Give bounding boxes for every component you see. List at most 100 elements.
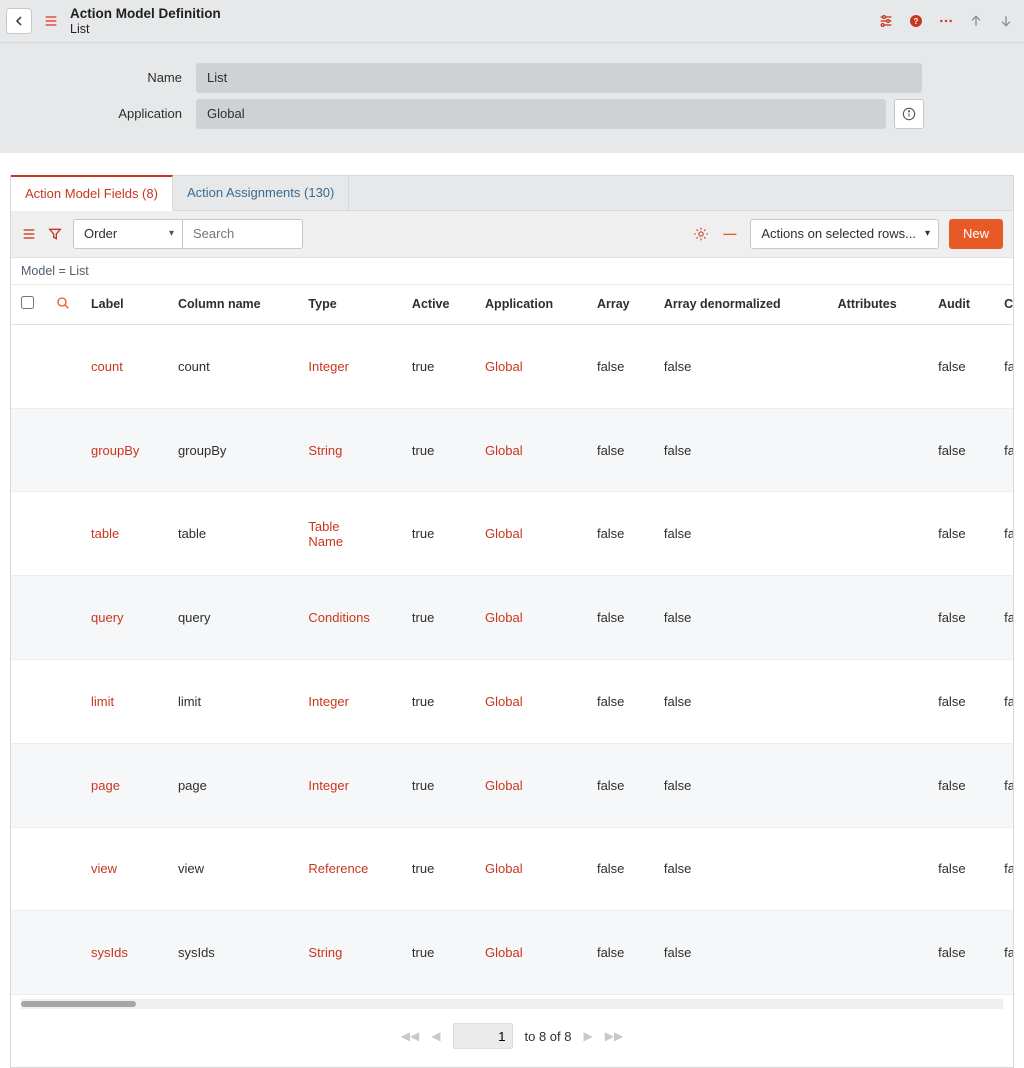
back-button[interactable] bbox=[6, 8, 32, 34]
table-row: sysIdssysIdsStringtrueGlobalfalsefalsefa… bbox=[11, 911, 1013, 995]
cell-array: false bbox=[587, 827, 654, 911]
col-column-name[interactable]: Column name bbox=[168, 285, 298, 325]
cell-type[interactable]: Integer bbox=[308, 778, 348, 793]
cell-label[interactable]: table bbox=[91, 526, 119, 541]
col-active[interactable]: Active bbox=[402, 285, 475, 325]
cell-column: groupBy bbox=[168, 408, 298, 492]
help-icon[interactable]: ? bbox=[908, 13, 924, 29]
info-button[interactable] bbox=[894, 99, 924, 129]
pager-range: to 8 of 8 bbox=[525, 1029, 572, 1044]
cell-audit: false bbox=[928, 743, 994, 827]
cell-column: table bbox=[168, 492, 298, 576]
cell-application[interactable]: Global bbox=[485, 610, 523, 625]
arrow-down-icon[interactable] bbox=[998, 13, 1014, 29]
cell-active: true bbox=[402, 827, 475, 911]
col-audit[interactable]: Audit bbox=[928, 285, 994, 325]
col-type[interactable]: Type bbox=[298, 285, 402, 325]
cell-calculated: false bbox=[994, 911, 1013, 995]
minus-icon[interactable]: — bbox=[719, 226, 740, 241]
svg-text:?: ? bbox=[914, 17, 919, 26]
cell-active: true bbox=[402, 911, 475, 995]
col-application[interactable]: Application bbox=[475, 285, 587, 325]
row-application: Application Global bbox=[20, 99, 1004, 129]
cell-type[interactable]: TableName bbox=[308, 519, 343, 549]
gear-icon[interactable] bbox=[693, 226, 709, 242]
actions-select[interactable]: Actions on selected rows... bbox=[750, 219, 939, 249]
list-icon[interactable] bbox=[42, 13, 60, 29]
col-calculated[interactable]: Calculated bbox=[994, 285, 1013, 325]
cell-label[interactable]: query bbox=[91, 610, 124, 625]
cell-audit: false bbox=[928, 660, 994, 744]
tab-strip: Action Model Fields (8) Action Assignmen… bbox=[11, 176, 1013, 211]
pager-current-input[interactable] bbox=[453, 1023, 513, 1049]
horizontal-scrollbar[interactable] bbox=[21, 999, 1003, 1009]
body-panel: Action Model Fields (8) Action Assignmen… bbox=[0, 153, 1024, 1068]
form-panel: Name List Application Global bbox=[0, 43, 1024, 153]
cell-attributes bbox=[828, 408, 928, 492]
tab-assignments[interactable]: Action Assignments (130) bbox=[173, 176, 349, 211]
cell-type[interactable]: Conditions bbox=[308, 610, 369, 625]
table-row: queryqueryConditionstrueGlobalfalsefalse… bbox=[11, 576, 1013, 660]
cell-calculated: false bbox=[994, 492, 1013, 576]
table-row: groupBygroupByStringtrueGlobalfalsefalse… bbox=[11, 408, 1013, 492]
cell-application[interactable]: Global bbox=[485, 694, 523, 709]
cell-type[interactable]: Reference bbox=[308, 861, 368, 876]
cell-attributes bbox=[828, 743, 928, 827]
breadcrumb[interactable]: Model = List bbox=[11, 258, 1013, 285]
cell-arrayd: false bbox=[654, 743, 828, 827]
data-table: Label Column name Type Active Applicatio… bbox=[11, 285, 1013, 995]
cell-audit: false bbox=[928, 576, 994, 660]
cell-active: true bbox=[402, 743, 475, 827]
pager-prev-icon[interactable]: ◀ bbox=[431, 1029, 440, 1043]
cell-arrayd: false bbox=[654, 660, 828, 744]
pager-last-icon[interactable]: ▶▶ bbox=[605, 1029, 623, 1043]
cell-type[interactable]: String bbox=[308, 443, 342, 458]
tab-fields[interactable]: Action Model Fields (8) bbox=[11, 175, 173, 211]
cell-label[interactable]: page bbox=[91, 778, 120, 793]
cell-application[interactable]: Global bbox=[485, 443, 523, 458]
cell-column: limit bbox=[168, 660, 298, 744]
new-button[interactable]: New bbox=[949, 219, 1003, 249]
col-array[interactable]: Array bbox=[587, 285, 654, 325]
search-input[interactable] bbox=[183, 219, 303, 249]
more-icon[interactable] bbox=[938, 13, 954, 29]
settings-sliders-icon[interactable] bbox=[878, 13, 894, 29]
tabs-container: Action Model Fields (8) Action Assignmen… bbox=[10, 175, 1014, 1068]
toolbar-list-icon[interactable] bbox=[21, 226, 37, 242]
cell-type[interactable]: Integer bbox=[308, 359, 348, 374]
table-row: pagepageIntegertrueGlobalfalsefalsefalse… bbox=[11, 743, 1013, 827]
col-search-icon[interactable] bbox=[45, 285, 81, 325]
order-select[interactable]: Order bbox=[73, 219, 183, 249]
pager-first-icon[interactable]: ◀◀ bbox=[401, 1029, 419, 1043]
col-label[interactable]: Label bbox=[81, 285, 168, 325]
table-scroll[interactable]: Label Column name Type Active Applicatio… bbox=[11, 285, 1013, 995]
cell-attributes bbox=[828, 660, 928, 744]
label-application: Application bbox=[20, 106, 196, 121]
cell-type[interactable]: Integer bbox=[308, 694, 348, 709]
filter-icon[interactable] bbox=[47, 226, 63, 242]
cell-attributes bbox=[828, 827, 928, 911]
col-array-denorm[interactable]: Array denormalized bbox=[654, 285, 828, 325]
cell-type[interactable]: String bbox=[308, 945, 342, 960]
cell-application[interactable]: Global bbox=[485, 526, 523, 541]
select-all-checkbox[interactable] bbox=[21, 296, 34, 309]
scrollbar-thumb[interactable] bbox=[21, 1001, 136, 1007]
pager-next-icon[interactable]: ▶ bbox=[583, 1029, 592, 1043]
cell-arrayd: false bbox=[654, 492, 828, 576]
cell-application[interactable]: Global bbox=[485, 359, 523, 374]
cell-label[interactable]: view bbox=[91, 861, 117, 876]
cell-attributes bbox=[828, 576, 928, 660]
cell-application[interactable]: Global bbox=[485, 861, 523, 876]
cell-array: false bbox=[587, 576, 654, 660]
cell-application[interactable]: Global bbox=[485, 778, 523, 793]
info-icon bbox=[901, 106, 917, 122]
arrow-up-icon[interactable] bbox=[968, 13, 984, 29]
cell-label[interactable]: groupBy bbox=[91, 443, 139, 458]
cell-label[interactable]: count bbox=[91, 359, 123, 374]
cell-application[interactable]: Global bbox=[485, 945, 523, 960]
chevron-left-icon bbox=[11, 13, 27, 29]
field-name: List bbox=[196, 63, 922, 93]
cell-label[interactable]: sysIds bbox=[91, 945, 128, 960]
cell-label[interactable]: limit bbox=[91, 694, 114, 709]
col-attributes[interactable]: Attributes bbox=[828, 285, 928, 325]
